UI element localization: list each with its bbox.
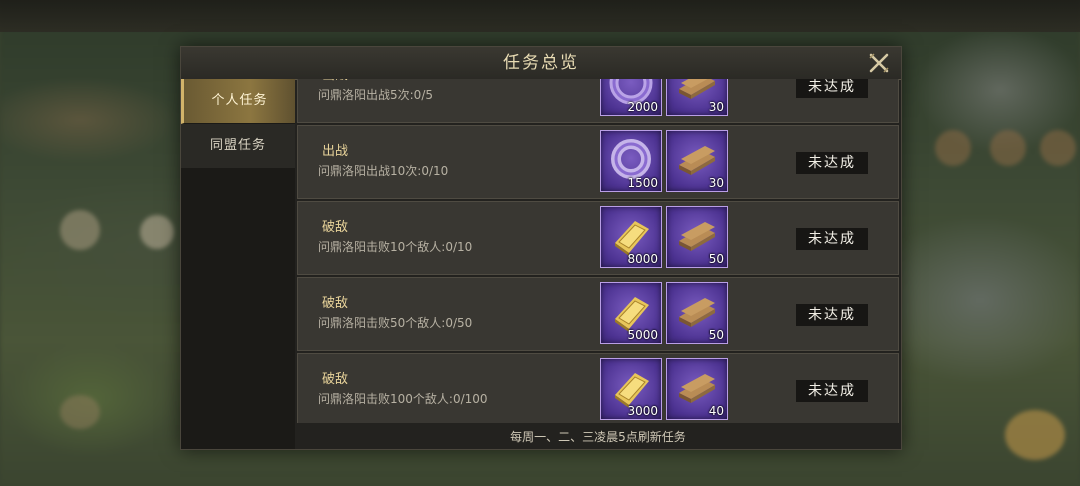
- gold-ingot-icon: [615, 221, 649, 256]
- gold-ingot-icon: [615, 297, 649, 332]
- reward-quantity: 1500: [627, 176, 658, 190]
- task-category-sidebar: 个人任务 同盟任务: [181, 79, 295, 449]
- task-overview-dialog: 任务总览 个人任务 同盟任务 出战 问鼎洛阳出战5次:0/5 2000: [180, 46, 902, 450]
- reward-quantity: 2000: [627, 100, 658, 114]
- reward-quantity: 30: [708, 176, 724, 190]
- task-name: 出战: [322, 79, 348, 83]
- gold-ingot-icon: [615, 373, 649, 408]
- reward-slot[interactable]: 50: [666, 206, 728, 268]
- task-description: 问鼎洛阳出战5次:0/5: [318, 88, 433, 102]
- task-list[interactable]: 出战 问鼎洛阳出战5次:0/5 2000 30 未达成: [297, 79, 899, 423]
- task-name: 破敌: [322, 372, 349, 387]
- reward-slot[interactable]: 40: [666, 358, 728, 420]
- task-row: 破敌 问鼎洛阳击败100个敌人:0/100 3000 40 未达成: [297, 353, 899, 423]
- dialog-header: 任务总览: [181, 47, 901, 80]
- wood-plank-icon: [679, 374, 715, 403]
- task-status-badge: 未达成: [796, 380, 868, 402]
- reward-slot[interactable]: 8000: [600, 206, 662, 268]
- task-status-badge: 未达成: [796, 228, 868, 250]
- game-top-bar: [0, 0, 1080, 32]
- task-description: 问鼎洛阳击败50个敌人:0/50: [318, 316, 473, 330]
- task-status-badge: 未达成: [796, 304, 868, 326]
- reward-slot[interactable]: 2000: [600, 79, 662, 116]
- dialog-title: 任务总览: [503, 53, 579, 73]
- reward-quantity: 40: [708, 404, 724, 418]
- reward-quantity: 30: [708, 100, 724, 114]
- wood-plank-icon: [679, 298, 715, 327]
- reward-slot[interactable]: 30: [666, 130, 728, 192]
- reward-slot[interactable]: 30: [666, 79, 728, 116]
- reward-slot[interactable]: 1500: [600, 130, 662, 192]
- reward-quantity: 5000: [627, 328, 658, 342]
- task-row: 破敌 问鼎洛阳击败10个敌人:0/10 8000 50 未达成: [297, 201, 899, 275]
- task-name: 破敌: [322, 220, 349, 235]
- reward-quantity: 3000: [627, 404, 658, 418]
- task-row: 出战 问鼎洛阳出战10次:0/10 1500 30 未达成: [297, 125, 899, 199]
- task-description: 问鼎洛阳出战10次:0/10: [318, 164, 449, 178]
- task-row: 出战 问鼎洛阳出战5次:0/5 2000 30 未达成: [297, 79, 899, 123]
- jade-ring-icon: [611, 139, 651, 179]
- reward-slot[interactable]: 3000: [600, 358, 662, 420]
- tab-personal-tasks[interactable]: 个人任务: [181, 79, 295, 124]
- wood-plank-icon: [679, 222, 715, 251]
- task-description: 问鼎洛阳击败10个敌人:0/10: [318, 240, 473, 254]
- reward-quantity: 50: [708, 252, 724, 266]
- task-status-badge: 未达成: [796, 152, 868, 174]
- wood-plank-icon: [679, 146, 715, 175]
- task-status-badge: 未达成: [796, 79, 868, 98]
- reward-slot[interactable]: 5000: [600, 282, 662, 344]
- refresh-schedule-note: 每周一、二、三凌晨5点刷新任务: [297, 425, 899, 449]
- reward-slot[interactable]: 50: [666, 282, 728, 344]
- reward-quantity: 8000: [627, 252, 658, 266]
- close-x-icon[interactable]: [867, 51, 891, 75]
- task-description: 问鼎洛阳击败100个敌人:0/100: [318, 392, 488, 406]
- task-row: 破敌 问鼎洛阳击败50个敌人:0/50 5000 50 未达成: [297, 277, 899, 351]
- task-name: 破敌: [322, 296, 349, 311]
- reward-quantity: 50: [708, 328, 724, 342]
- tab-alliance-tasks[interactable]: 同盟任务: [181, 124, 295, 169]
- task-name: 出战: [322, 144, 349, 159]
